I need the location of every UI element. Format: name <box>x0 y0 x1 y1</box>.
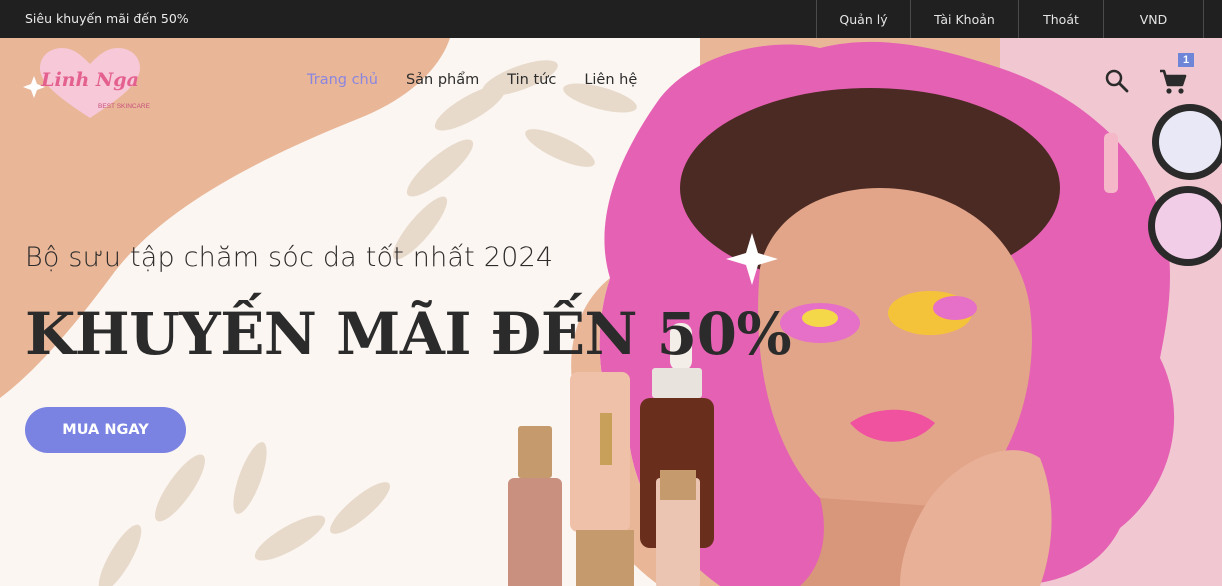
logo-tagline: BEST SKINCARE <box>98 103 151 110</box>
hero-banner: Linh Nga BEST SKINCARE Trang chủ Sản phẩ… <box>0 38 1222 586</box>
top-link-logout[interactable]: Thoát <box>1018 0 1103 38</box>
cart-icon[interactable] <box>1158 68 1188 96</box>
logo-brand-text: Linh Nga <box>40 69 139 91</box>
nav-products[interactable]: Sản phẩm <box>406 72 479 88</box>
hero-subtitle: Bộ sưu tập chăm sóc da tốt nhất 2024 <box>25 242 554 273</box>
top-link-account[interactable]: Tài Khoản <box>910 0 1018 38</box>
top-bar: Siêu khuyến mãi đến 50% Quản lý Tài Khoả… <box>0 0 1222 38</box>
hero-headline: KHUYẾN MÃI ĐẾN 50% <box>25 300 792 368</box>
nav-home[interactable]: Trang chủ <box>307 72 378 88</box>
cart-count-badge: 1 <box>1178 53 1194 67</box>
currency-selector[interactable]: VND <box>1103 0 1204 38</box>
nav-news[interactable]: Tin tức <box>507 72 556 88</box>
main-nav: Trang chủ Sản phẩm Tin tức Liên hệ <box>307 72 665 88</box>
nav-contact[interactable]: Liên hệ <box>584 72 637 88</box>
search-icon[interactable] <box>1104 68 1130 94</box>
promo-text: Siêu khuyến mãi đến 50% <box>25 11 189 26</box>
brand-logo[interactable]: Linh Nga BEST SKINCARE <box>20 42 160 122</box>
buy-now-button[interactable]: MUA NGAY <box>25 407 186 453</box>
top-nav: Quản lý Tài Khoản Thoát VND <box>816 0 1222 38</box>
top-link-manage[interactable]: Quản lý <box>816 0 910 38</box>
